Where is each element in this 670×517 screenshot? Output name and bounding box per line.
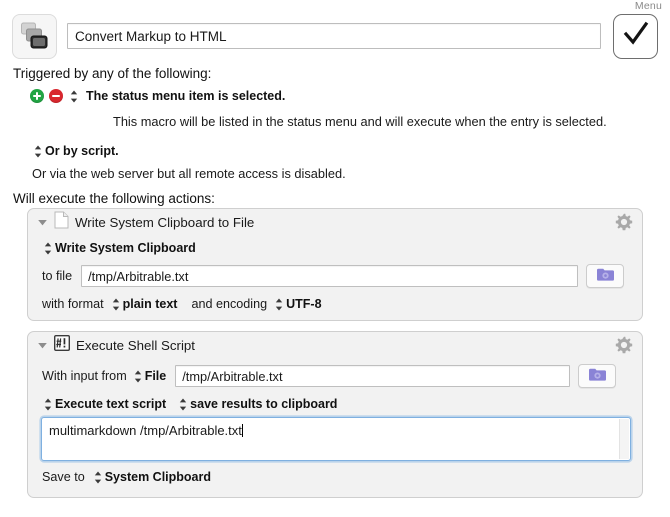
to-file-browse-button[interactable]	[586, 264, 625, 288]
remove-trigger-icon[interactable]	[49, 89, 63, 103]
input-path-value: /tmp/Arbitrable.txt	[182, 368, 283, 384]
check-icon	[622, 20, 650, 53]
action-2-save-to-row: Save to System Clipboard	[28, 470, 642, 484]
trigger-popup-script[interactable]: Or by script.	[45, 144, 119, 158]
action-write-clipboard-to-file[interactable]: Write System Clipboard to File Write Sys…	[27, 208, 643, 321]
document-icon	[54, 211, 69, 234]
trigger-row-script: Or by script.	[32, 144, 119, 158]
macro-stack-icon-button[interactable]	[12, 13, 57, 59]
action-2-script-options-row: Execute text script save results to clip…	[28, 397, 642, 411]
macro-header: Convert Markup to HTML	[12, 13, 658, 59]
action-execute-shell-script[interactable]: Execute Shell Script With input from Fil…	[27, 331, 643, 498]
macro-name-value: Convert Markup to HTML	[75, 28, 227, 44]
macro-stack-icon	[20, 21, 50, 51]
save-to-label: Save to	[42, 470, 85, 484]
results-target-popup[interactable]: save results to clipboard	[190, 397, 337, 411]
results-target-stepper-icon[interactable]	[179, 398, 187, 411]
disclosure-triangle-icon-2[interactable]	[37, 340, 48, 351]
format-stepper-icon[interactable]	[112, 298, 120, 311]
script-scrollbar[interactable]	[619, 419, 629, 459]
trigger-row-status-menu: The status menu item is selected.	[30, 89, 285, 103]
action-1-header: Write System Clipboard to File	[28, 209, 642, 235]
clipboard-source-stepper-icon[interactable]	[44, 242, 52, 255]
action-1-title: Write System Clipboard to File	[75, 214, 255, 230]
save-to-popup[interactable]: System Clipboard	[105, 470, 211, 484]
gear-icon[interactable]	[615, 213, 633, 231]
shell-script-textarea[interactable]: multimarkdown /tmp/Arbitrable.txt	[41, 417, 631, 461]
trigger-description-status-menu: This macro will be listed in the status …	[113, 114, 607, 129]
trigger-popup-stepper-icon-2[interactable]	[34, 145, 42, 158]
input-from-label: With input from	[42, 369, 127, 383]
input-path-browse-button[interactable]	[578, 364, 617, 388]
macro-editor-pane: Menu Convert Markup to HTML Triggered by…	[0, 0, 670, 517]
menu-column-label: Menu	[634, 0, 662, 12]
add-trigger-icon[interactable]	[30, 89, 44, 103]
action-2-title: Execute Shell Script	[76, 337, 195, 353]
save-to-stepper-icon[interactable]	[94, 471, 102, 484]
shell-script-icon	[53, 334, 71, 356]
macro-enabled-checkbox[interactable]	[613, 13, 658, 59]
to-file-value: /tmp/Arbitrable.txt	[88, 268, 189, 284]
action-2-input-row: With input from File /tmp/Arbitrable.txt	[28, 364, 642, 388]
clipboard-source-popup[interactable]: Write System Clipboard	[55, 241, 196, 255]
trigger-popup-stepper-icon[interactable]	[70, 90, 78, 103]
action-1-source-row: Write System Clipboard	[28, 241, 642, 255]
action-1-format-row: with format plain text and encoding UTF-…	[28, 297, 642, 311]
script-type-popup[interactable]: Execute text script	[55, 397, 166, 411]
encoding-popup[interactable]: UTF-8	[286, 297, 321, 311]
script-type-stepper-icon[interactable]	[44, 398, 52, 411]
input-source-popup[interactable]: File	[145, 369, 167, 383]
macro-name-input[interactable]: Convert Markup to HTML	[67, 23, 601, 49]
to-file-input[interactable]: /tmp/Arbitrable.txt	[81, 265, 579, 287]
trigger-description-script: Or via the web server but all remote acc…	[32, 166, 346, 181]
action-1-file-row: to file /tmp/Arbitrable.txt	[28, 264, 642, 288]
actions-section-title: Will execute the following actions:	[13, 191, 215, 206]
disclosure-triangle-icon[interactable]	[37, 217, 48, 228]
input-path-input[interactable]: /tmp/Arbitrable.txt	[175, 365, 571, 387]
to-file-label: to file	[42, 269, 73, 283]
folder-gear-icon-2	[588, 367, 607, 385]
gear-icon-2[interactable]	[615, 336, 633, 354]
action-2-header: Execute Shell Script	[28, 332, 642, 358]
input-source-stepper-icon[interactable]	[134, 370, 142, 383]
encoding-label: and encoding	[191, 297, 268, 311]
trigger-popup-status-menu[interactable]: The status menu item is selected.	[86, 89, 285, 103]
shell-script-text: multimarkdown /tmp/Arbitrable.txt	[49, 423, 242, 438]
encoding-stepper-icon[interactable]	[275, 298, 283, 311]
text-caret	[241, 424, 243, 437]
format-label: with format	[42, 297, 104, 311]
folder-gear-icon	[596, 267, 615, 285]
triggers-section-title: Triggered by any of the following:	[13, 66, 212, 81]
format-popup[interactable]: plain text	[123, 297, 178, 311]
